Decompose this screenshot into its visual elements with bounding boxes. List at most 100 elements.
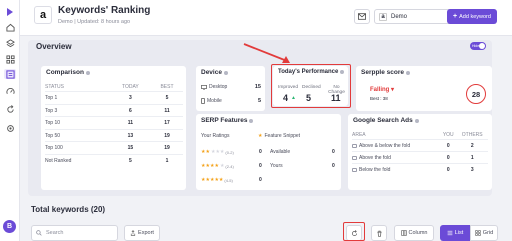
sidebar: B (0, 0, 20, 241)
overview-title: Overview (36, 42, 72, 51)
you-cell: 0 (440, 151, 457, 164)
performance-title: Today's Performance (278, 69, 345, 75)
gauge-icon[interactable] (4, 86, 16, 96)
snippet-available-value: 0 (332, 149, 335, 155)
page-subtitle: Demo | Updated: 8 hours ago (58, 19, 131, 25)
total-keywords-heading: Total keywords (20) (31, 205, 106, 214)
trash-icon (376, 230, 382, 237)
best-cell: 17 (150, 116, 183, 129)
refresh-icon (351, 229, 357, 236)
col-today: TODAY (121, 83, 139, 90)
columns-icon (400, 230, 407, 236)
site-select-value: Demo (391, 13, 408, 20)
rating-range: (4-5) (224, 177, 233, 183)
ad-area-icon (352, 167, 357, 172)
list-icon (447, 230, 453, 236)
export-label: Export (138, 230, 154, 236)
your-ratings-heading: Your Ratings (201, 133, 230, 139)
add-keyword-label: Add keyword (459, 13, 491, 20)
col-you: YOU (442, 132, 454, 138)
table-row: Top 100 15 19 (45, 141, 183, 154)
desktop-icon (201, 84, 207, 90)
ad-area-icon (352, 155, 357, 160)
refresh-button[interactable] (346, 225, 362, 241)
email-report-button[interactable] (354, 9, 370, 24)
status-cell: Top 100 (45, 141, 110, 154)
rating-row: ★★ ★★★ (0-2) (201, 149, 234, 155)
star-icon: ★★★★ (201, 163, 219, 169)
amazon-small-icon: a (379, 12, 387, 21)
device-title-text: Device (201, 69, 222, 76)
toggle-label: Hide (472, 44, 480, 48)
add-keyword-button[interactable]: + Add keyword (447, 9, 497, 24)
info-icon[interactable] (406, 70, 410, 75)
list-label: List (454, 230, 464, 236)
snippet-available-label: Available (270, 149, 291, 155)
info-icon[interactable] (249, 118, 254, 123)
export-button[interactable]: Export (124, 225, 160, 241)
user-avatar[interactable]: B (3, 220, 16, 233)
device-label: Desktop (209, 84, 228, 90)
table-row: Top 135 (45, 91, 183, 104)
info-icon[interactable] (340, 70, 345, 74)
grid-view-button[interactable]: Grid (470, 225, 498, 241)
performance-card: Today's Performance Improved Declined No… (273, 66, 348, 106)
plus-icon: + (453, 13, 458, 20)
score-best: Best : 38 (370, 96, 388, 101)
keyword-search-input[interactable]: Search (31, 225, 118, 241)
rank-tracker-icon[interactable] (4, 69, 16, 79)
serpple-score-title-text: Serpple score (361, 69, 404, 76)
device-mobile-value: 5 (257, 98, 261, 104)
grid-icon[interactable] (4, 54, 16, 64)
info-icon[interactable] (85, 70, 90, 75)
device-desktop-row: Desktop (201, 84, 227, 90)
score-ring: 28 (466, 84, 486, 104)
rating-value: 0 (259, 163, 262, 169)
serp-features-card: SERP Features Your Ratings ★ Feature Snip… (196, 114, 341, 190)
rating-value: 0 (259, 149, 262, 155)
today-cell: 15 (109, 141, 151, 154)
no-change-value: 11 (331, 93, 341, 103)
app-logo-icon[interactable] (5, 4, 15, 16)
col-area: AREA (352, 132, 366, 138)
comparison-table: STATUS TODAY BEST Top 135 Top 3 6 11 Top 1… (45, 82, 183, 166)
column-button[interactable]: Column (394, 225, 434, 241)
ad-area-icon (352, 143, 357, 148)
score-trend-text: Falling (370, 87, 390, 93)
list-view-button[interactable]: List (440, 225, 470, 241)
area-text: Above the fold (359, 155, 391, 161)
today-cell: 11 (109, 116, 151, 129)
table-row: Top 50 13 19 (45, 128, 183, 142)
google-ads-title-text: Google Search Ads (353, 117, 413, 124)
overview-hide-toggle[interactable]: Hide (470, 42, 486, 50)
delete-button[interactable] (371, 225, 387, 241)
snippet-yours-label: Yours (270, 163, 283, 169)
status-cell: Top 10 (45, 116, 110, 129)
area-cell: Above the fold (352, 151, 441, 164)
column-label: Column (408, 230, 428, 236)
home-icon[interactable] (4, 22, 16, 32)
star-icon: ★ (258, 133, 263, 139)
rating-range: (0-2) (225, 149, 234, 155)
performance-title-text: Today's Performance (278, 69, 339, 75)
comparison-title: Comparison (46, 69, 90, 76)
header: a Keywords' Ranking Demo | Updated: 8 ho… (20, 0, 512, 36)
info-icon[interactable] (414, 118, 419, 123)
device-desktop-value: 15 (254, 84, 261, 90)
rating-value: 0 (259, 177, 262, 183)
search-icon (36, 230, 42, 236)
down-arrow-icon: ▾ (391, 87, 395, 93)
you-cell: 0 (440, 163, 457, 175)
layers-icon[interactable] (4, 38, 16, 48)
improved-value: 4 (283, 93, 289, 103)
best-cell: 1 (150, 153, 183, 166)
table-row: Below the fold 0 3 (352, 163, 488, 175)
today-cell: 13 (109, 128, 151, 142)
refresh-icon[interactable] (4, 104, 16, 114)
rating-row: ★★★★ ★ (2-4) (201, 163, 234, 169)
grid-icon (475, 230, 481, 236)
star-icon: ★★★★★ (201, 177, 224, 183)
settings-icon[interactable] (4, 123, 16, 133)
info-icon[interactable] (223, 70, 228, 75)
table-row: Above the fold 0 1 (352, 151, 488, 164)
